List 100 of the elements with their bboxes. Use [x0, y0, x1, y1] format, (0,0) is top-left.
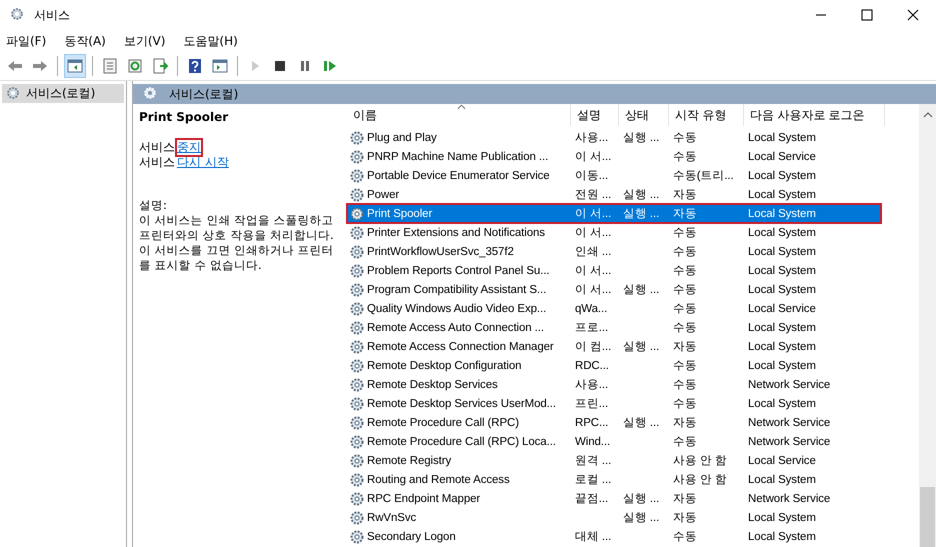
- service-row[interactable]: Remote Procedure Call (RPC) RPC... 실행 ... 자동 Network Service: [347, 413, 881, 432]
- tree-item[interactable]: 서비스(로컬): [2, 84, 124, 103]
- right-arrow-icon: [32, 58, 48, 74]
- gear-icon: [349, 396, 365, 412]
- cell-text: 자동: [673, 511, 697, 525]
- cell-text: Plug and Play: [367, 132, 437, 144]
- gear-icon: [349, 300, 365, 316]
- cell-text: Remote Desktop Services: [367, 378, 498, 390]
- service-row[interactable]: Quality Windows Audio Video Exp... qWa... 수동 Local Service: [347, 299, 881, 318]
- cell-text: 인쇄 ...: [575, 245, 612, 259]
- gear-icon: [349, 282, 365, 298]
- cell-text: 수동: [673, 131, 697, 145]
- cell-text: Remote Access Connection Manager: [367, 340, 554, 352]
- action-label: 서비스: [139, 140, 175, 155]
- cell-text: 수동: [673, 264, 697, 278]
- service-row[interactable]: Program Compatibility Assistant S... 이 서... 실행 ... 수동 Local System: [347, 280, 881, 299]
- panel-icon: [67, 58, 83, 74]
- close-icon[interactable]: [907, 9, 919, 21]
- left-arrow-icon: [7, 58, 23, 74]
- service-row[interactable]: Printer Extensions and Notifications 이 서... 수동 Local System: [347, 223, 881, 242]
- cell-text: Local System: [748, 246, 816, 258]
- service-row[interactable]: Problem Reports Control Panel Su... 이 서... 수동 Local System: [347, 261, 881, 280]
- gear-icon: [349, 262, 365, 278]
- action-link[interactable]: 중지: [177, 140, 201, 155]
- cell-text: 전원 ...: [575, 188, 612, 202]
- cell-text: Remote Desktop Configuration: [367, 360, 522, 372]
- cell-text: 수동: [673, 302, 697, 316]
- cell-text: Local System: [748, 474, 816, 486]
- column-header[interactable]: 설명: [571, 104, 619, 126]
- cell-text: 자동: [673, 340, 697, 354]
- cell-text: 자동: [673, 492, 697, 506]
- gear-icon: [349, 148, 365, 164]
- menu-item[interactable]: 보기(V): [124, 32, 166, 50]
- cell-text: 수동: [673, 321, 697, 335]
- service-row[interactable]: Remote Desktop Services UserMod... 프린... 수동 Local System: [347, 394, 881, 413]
- scroll-up-icon[interactable]: [922, 112, 932, 118]
- cell-text: Local Service: [748, 454, 816, 466]
- cell-text: Secondary Logon: [367, 530, 456, 542]
- service-row[interactable]: Print Spooler 이 서... 실행 ... 자동 Local System: [347, 204, 881, 223]
- cell-text: 수동: [673, 283, 697, 297]
- resume-icon: [322, 58, 338, 74]
- cell-text: 수동: [673, 150, 697, 164]
- service-row[interactable]: Remote Registry 원격 ... 사용 안 함 Local Service: [347, 451, 881, 470]
- gear-icon: [349, 186, 365, 202]
- cell-text: 실행 ...: [623, 416, 660, 430]
- cell-text: Problem Reports Control Panel Su...: [367, 264, 550, 276]
- cell-text: Local System: [748, 360, 816, 372]
- column-header[interactable]: 이름: [347, 104, 571, 126]
- service-row[interactable]: RPC Endpoint Mapper 끝점... 실행 ... 자동 Network Service: [347, 489, 881, 508]
- service-row[interactable]: Portable Device Enumerator Service 이동... 수동(트리... Local System: [347, 166, 881, 185]
- column-header[interactable]: 상태: [619, 104, 669, 126]
- cell-text: Local System: [748, 170, 816, 182]
- service-row[interactable]: Secondary Logon 대체 ... 수동 Local System: [347, 527, 881, 546]
- cell-text: 사용 안 함: [673, 454, 727, 468]
- cell-text: Local System: [748, 132, 816, 144]
- export-icon: [152, 58, 168, 74]
- gear-icon: [349, 376, 365, 392]
- service-row[interactable]: Power 전원 ... 실행 ... 자동 Local System: [347, 185, 881, 204]
- service-row[interactable]: PNRP Machine Name Publication ... 이 서... 수동 Local Service: [347, 147, 881, 166]
- action-link[interactable]: 다시 시작: [177, 155, 229, 170]
- column-header[interactable]: 시작 유형: [669, 104, 744, 126]
- cell-text: 끝점...: [575, 492, 608, 506]
- cell-text: qWa...: [575, 302, 608, 314]
- cell-text: 실행 ...: [623, 511, 660, 525]
- menu-item[interactable]: 파일(F): [6, 32, 46, 50]
- description-label: 설명:: [139, 198, 168, 213]
- scrollbar[interactable]: [919, 104, 936, 547]
- document-icon: [102, 58, 118, 74]
- service-row[interactable]: Remote Access Auto Connection ... 프로... 수동 Local System: [347, 318, 881, 337]
- cell-text: Remote Procedure Call (RPC): [367, 416, 519, 428]
- cell-text: 실행 ...: [623, 492, 660, 506]
- cell-text: 대체 ...: [575, 530, 612, 544]
- service-row[interactable]: Plug and Play 사용... 실행 ... 수동 Local System: [347, 128, 881, 147]
- cell-text: Local System: [748, 264, 816, 276]
- cell-text: 수동: [673, 226, 697, 240]
- service-row[interactable]: Remote Desktop Configuration RDC... 수동 Local System: [347, 356, 881, 375]
- menu-item[interactable]: 동작(A): [64, 32, 106, 50]
- tree-label: 서비스(로컬): [26, 85, 96, 102]
- sort-caret-icon: [457, 104, 466, 110]
- description-text: 이 서비스는 인쇄 작업을 스풀링하고 프린터와의 상호 작용을 처리합니다. 이 서비스를 끄면 인쇄하거나 프린터를 표시할 수 없습니다.: [139, 213, 335, 273]
- service-row[interactable]: PrintWorkflowUserSvc_357f2 인쇄 ... 수동 Local System: [347, 242, 881, 261]
- scroll-thumb[interactable]: [920, 487, 935, 547]
- maximize-icon[interactable]: [861, 9, 873, 21]
- column-header[interactable]: 다음 사용자로 로그온: [744, 104, 885, 126]
- service-row[interactable]: Remote Procedure Call (RPC) Loca... Wind... 수동 Network Service: [347, 432, 881, 451]
- cell-text: Local System: [748, 226, 816, 238]
- cell-text: 수동: [673, 530, 697, 544]
- cell-text: 이 서...: [575, 207, 612, 221]
- service-row[interactable]: Remote Access Connection Manager 이 컴... 실행 ... 자동 Local System: [347, 337, 881, 356]
- cell-text: 이동...: [575, 169, 608, 183]
- service-row[interactable]: RwVnSvc 실행 ... 자동 Local System: [347, 508, 881, 527]
- cell-text: Printer Extensions and Notifications: [367, 226, 545, 238]
- menu-item[interactable]: 도움말(H): [183, 32, 238, 50]
- cell-text: Remote Procedure Call (RPC) Loca...: [367, 436, 556, 448]
- cell-text: 사용 안 함: [673, 473, 727, 487]
- service-row[interactable]: Remote Desktop Services 사용... 수동 Network Service: [347, 375, 881, 394]
- tree-tool-button[interactable]: [64, 54, 86, 78]
- gear-icon: [349, 130, 365, 146]
- cell-text: Local System: [748, 512, 816, 524]
- service-row[interactable]: Routing and Remote Access 로컬 ... 사용 안 함 Local System: [347, 470, 881, 489]
